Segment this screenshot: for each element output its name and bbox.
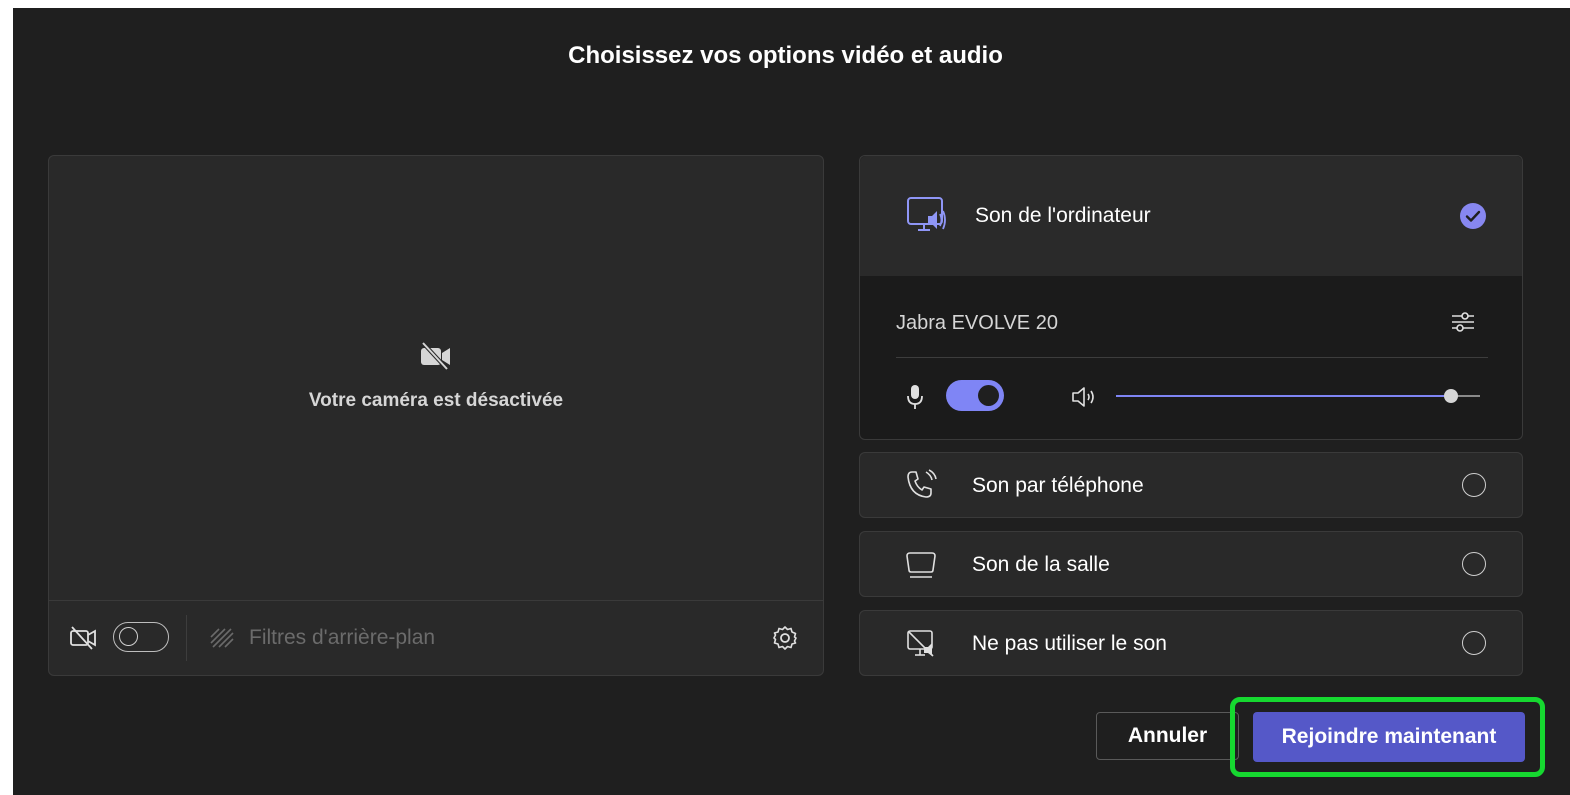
camera-off-notice: Votre caméra est désactivée [49,341,823,412]
room-audio-label: Son de la salle [972,553,1110,576]
background-filters-button[interactable]: Filtres d'arrière-plan [249,626,435,650]
audio-option-computer: Son de l'ordinateur Jabra EVOLVE 20 [859,155,1523,440]
computer-audio-icon [907,197,946,231]
room-audio-radio[interactable] [1462,552,1486,576]
camera-toolbar: Filtres d'arrière-plan [49,600,823,675]
camera-off-text: Votre caméra est désactivée [308,390,564,411]
audio-option-phone[interactable]: Son par téléphone [859,452,1523,518]
device-divider [896,357,1488,358]
device-settings-icon[interactable] [1450,309,1476,335]
room-audio-icon [906,552,936,578]
computer-audio-label: Son de l'ordinateur [975,204,1151,227]
speaker-volume-slider[interactable] [1116,389,1480,403]
no-audio-label: Ne pas utiliser le son [972,632,1167,655]
page-title: Choisissez vos options vidéo et audio [568,42,1003,69]
no-audio-radio[interactable] [1462,631,1486,655]
camera-preview: Votre caméra est désactivée Filtres d'ar… [48,155,824,676]
audio-device-name: Jabra EVOLVE 20 [896,312,1058,334]
camera-toggle[interactable] [113,622,169,652]
volume-thumb[interactable] [1443,389,1458,403]
audio-option-room[interactable]: Son de la salle [859,531,1523,597]
join-now-button[interactable]: Rejoindre maintenant [1253,712,1525,762]
phone-audio-radio[interactable] [1462,473,1486,497]
gear-icon[interactable] [771,624,799,652]
microphone-icon [907,385,923,409]
speaker-icon [1072,387,1094,407]
microphone-toggle-knob [978,385,999,406]
video-off-icon [70,626,96,650]
toolbar-divider [186,615,187,661]
selected-check-icon [1460,203,1486,229]
cancel-button[interactable]: Annuler [1096,712,1239,760]
no-audio-icon [907,630,934,657]
join-dialog: Choisissez vos options vidéo et audio Vo… [13,8,1570,795]
phone-audio-label: Son par téléphone [972,474,1144,497]
volume-fill [1116,395,1451,397]
computer-audio-header[interactable]: Son de l'ordinateur [860,156,1522,276]
audio-option-none[interactable]: Ne pas utiliser le son [859,610,1523,676]
camera-off-icon [421,341,450,371]
phone-audio-icon [907,469,937,498]
background-filter-icon [210,628,234,648]
microphone-toggle[interactable] [946,380,1004,411]
camera-toggle-knob [119,627,138,646]
